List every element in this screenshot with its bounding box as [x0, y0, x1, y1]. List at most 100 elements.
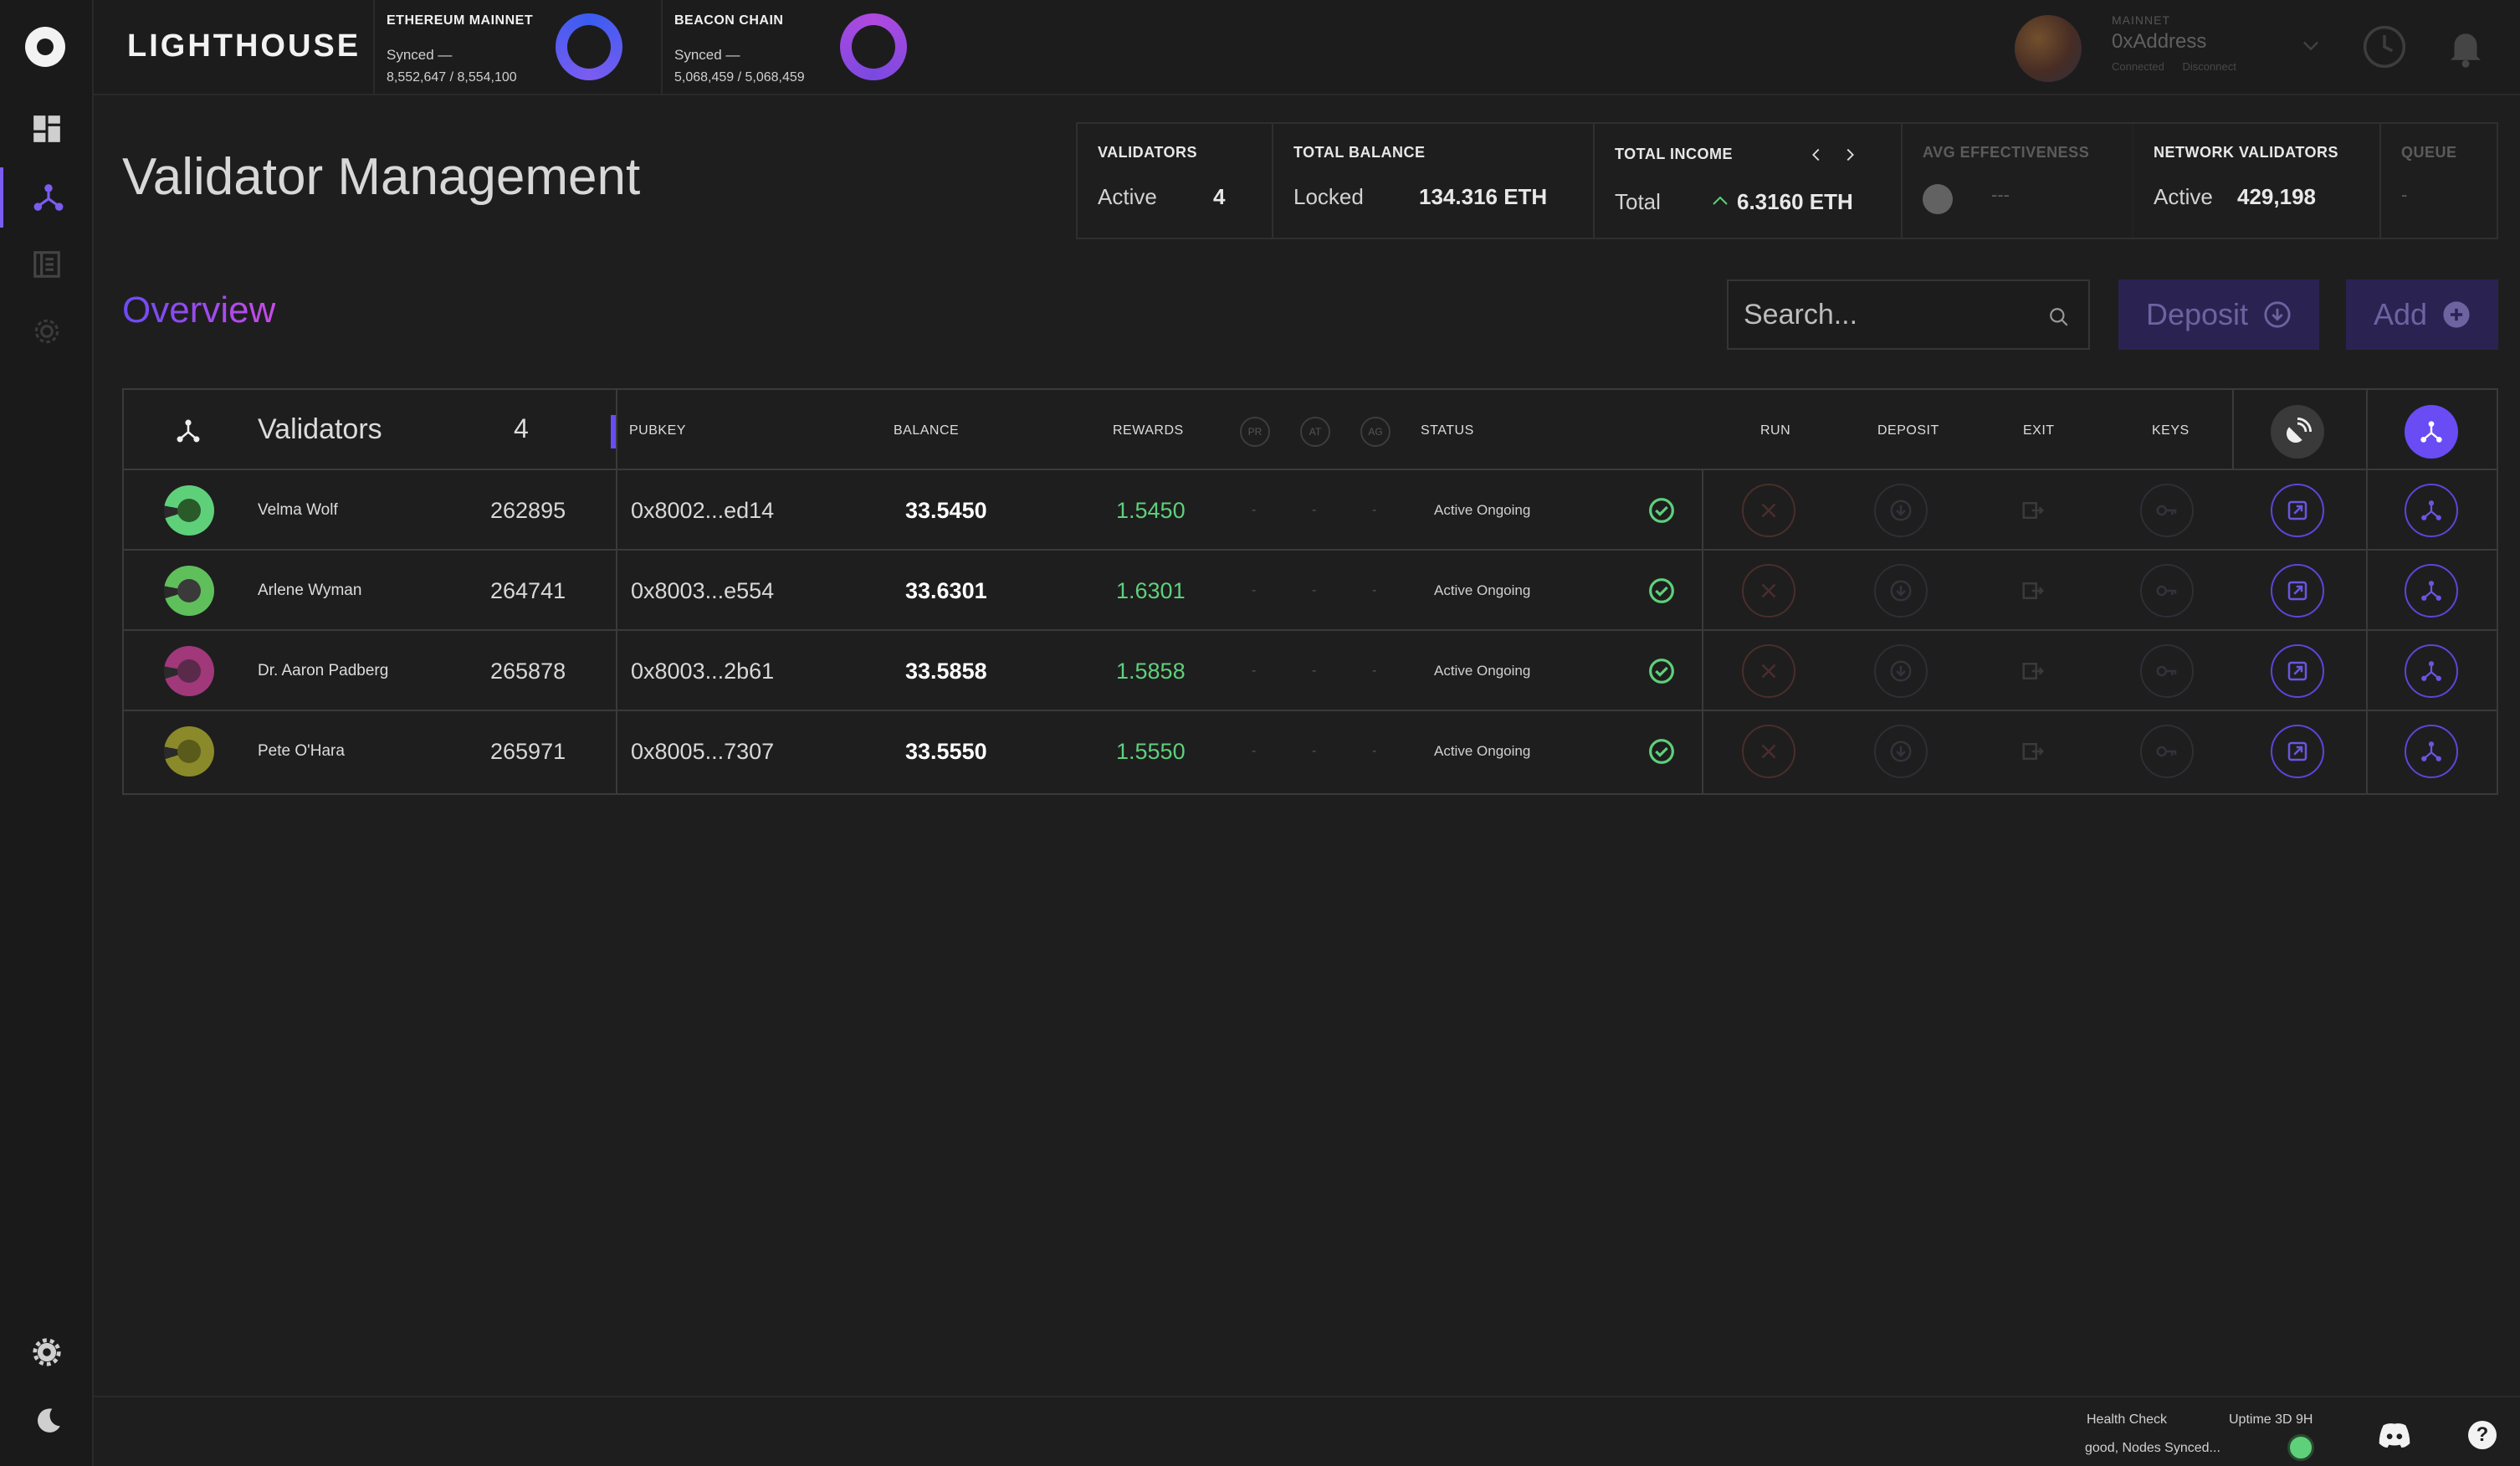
sidebar: [0, 0, 94, 1466]
external-link-icon: [2287, 581, 2307, 601]
table-row[interactable]: Pete O'Hara 265971 0x8005...7307 33.5550…: [124, 711, 2497, 792]
sidebar-item-settings[interactable]: [0, 1322, 94, 1382]
exit-button[interactable]: [2006, 725, 2060, 778]
header-balance[interactable]: BALANCE: [894, 423, 959, 438]
validator-pubkey[interactable]: 0x8003...2b61: [631, 631, 774, 711]
exit-button[interactable]: [2006, 484, 2060, 537]
validator-details-button[interactable]: [2405, 725, 2458, 778]
run-button[interactable]: [1742, 644, 1795, 698]
gear-icon: [33, 1338, 61, 1366]
search-box: [1727, 279, 2090, 350]
discord-icon[interactable]: [2378, 1422, 2411, 1448]
validators-icon: [2421, 500, 2441, 520]
validator-name: Dr. Aaron Padberg: [258, 662, 389, 679]
table-title: Validators: [258, 413, 382, 445]
table-row[interactable]: Dr. Aaron Padberg 265878 0x8003...2b61 3…: [124, 631, 2497, 711]
validator-details-button[interactable]: [2405, 564, 2458, 618]
stat-label: QUEUE: [2401, 144, 2457, 161]
beacon-node-button[interactable]: [2271, 405, 2324, 459]
moon-icon: [37, 1408, 60, 1433]
keys-button[interactable]: [2140, 564, 2194, 618]
beacon-sync-ring: [840, 13, 907, 80]
header-rewards[interactable]: REWARDS: [1113, 423, 1184, 438]
validators-icon: [2421, 741, 2441, 761]
validator-pubkey[interactable]: 0x8005...7307: [631, 711, 774, 792]
validator-avatar: [164, 726, 214, 777]
deposit-row-button[interactable]: [1874, 564, 1928, 618]
open-external-button[interactable]: [2271, 644, 2324, 698]
keys-button[interactable]: [2140, 644, 2194, 698]
sidebar-item-validators[interactable]: [0, 167, 94, 228]
logs-icon: [33, 251, 60, 278]
header-at[interactable]: AT: [1300, 417, 1330, 447]
validator-pubkey[interactable]: 0x8003...e554: [631, 551, 774, 631]
open-external-button[interactable]: [2271, 484, 2324, 537]
divider: [2232, 390, 2234, 470]
validator-ag: -: [1372, 664, 1377, 678]
search-input[interactable]: [1744, 298, 2045, 331]
validator-at: -: [1312, 583, 1317, 597]
validator-details-button[interactable]: [2405, 644, 2458, 698]
open-external-button[interactable]: [2271, 725, 2324, 778]
open-external-button[interactable]: [2271, 564, 2324, 618]
validator-avatar: [164, 646, 214, 696]
table-row[interactable]: Arlene Wyman 264741 0x8003...e554 33.630…: [124, 551, 2497, 631]
deposit-row-button[interactable]: [1874, 725, 1928, 778]
clock-icon[interactable]: [2361, 23, 2408, 70]
table-row[interactable]: Velma Wolf 262895 0x8002...ed14 33.5450 …: [124, 470, 2497, 551]
validator-rewards: 1.5450: [1116, 497, 1186, 523]
sidebar-item-dashboard[interactable]: [0, 99, 94, 159]
check-circle-icon: [1649, 578, 1674, 603]
add-label: Add: [2373, 297, 2428, 331]
key-icon: [2156, 746, 2177, 757]
header-pr[interactable]: PR: [1240, 417, 1270, 447]
top-bar: LIGHTHOUSE ETHEREUM MAINNET Synced — 8,5…: [94, 0, 2520, 95]
account-address: 0xAddress: [2112, 30, 2207, 53]
validator-pubkey[interactable]: 0x8002...ed14: [631, 470, 774, 551]
sidebar-item-logs[interactable]: [0, 234, 94, 295]
chevron-left-icon[interactable]: [1807, 146, 1826, 164]
health-status-dot: [2287, 1434, 2314, 1461]
validator-ag: -: [1372, 503, 1377, 517]
deposit-button[interactable]: Deposit: [2118, 279, 2319, 350]
exit-icon: [2022, 663, 2045, 679]
exit-button[interactable]: [2006, 564, 2060, 618]
stat-sub: Total: [1615, 189, 1661, 214]
add-button[interactable]: Add: [2346, 279, 2498, 350]
validator-balance: 33.5550: [905, 738, 987, 764]
plus-circle-icon: [2443, 301, 2470, 328]
exit-button[interactable]: [2006, 644, 2060, 698]
validator-group-button[interactable]: [2405, 405, 2458, 459]
help-icon[interactable]: ?: [2468, 1421, 2497, 1449]
footer: Health Check Uptime 3D 9H good, Nodes Sy…: [94, 1396, 2520, 1466]
external-link-icon: [2287, 741, 2307, 761]
deposit-row-button[interactable]: [1874, 484, 1928, 537]
sidebar-item-theme[interactable]: [0, 1391, 94, 1451]
run-button[interactable]: [1742, 725, 1795, 778]
stat-total-balance: TOTAL BALANCE Locked 134.316 ETH: [1273, 124, 1595, 238]
sidebar-item-settings-disabled[interactable]: [0, 301, 94, 361]
header-pubkey[interactable]: PUBKEY: [629, 423, 686, 438]
external-link-icon: [2287, 661, 2307, 681]
validator-details-button[interactable]: [2405, 484, 2458, 537]
run-button[interactable]: [1742, 564, 1795, 618]
close-icon: [1761, 583, 1776, 598]
account-avatar[interactable]: [2015, 15, 2082, 82]
bell-icon[interactable]: [2443, 23, 2488, 70]
lighthouse-logo-icon[interactable]: [25, 27, 65, 67]
header-ag[interactable]: AG: [1360, 417, 1391, 447]
deposit-row-button[interactable]: [1874, 644, 1928, 698]
keys-button[interactable]: [2140, 484, 2194, 537]
header-status[interactable]: STATUS: [1421, 423, 1474, 438]
chevron-down-icon[interactable]: [2299, 33, 2323, 57]
chevron-right-icon[interactable]: [1841, 146, 1859, 164]
external-link-icon: [2287, 500, 2307, 520]
validator-pr: -: [1252, 744, 1257, 758]
search-icon[interactable]: [2048, 306, 2070, 328]
stat-sub: Locked: [1293, 184, 1364, 209]
disconnect-link[interactable]: Disconnect: [2183, 60, 2236, 73]
validator-at: -: [1312, 664, 1317, 678]
check-circle-icon: [1649, 739, 1674, 764]
run-button[interactable]: [1742, 484, 1795, 537]
keys-button[interactable]: [2140, 725, 2194, 778]
